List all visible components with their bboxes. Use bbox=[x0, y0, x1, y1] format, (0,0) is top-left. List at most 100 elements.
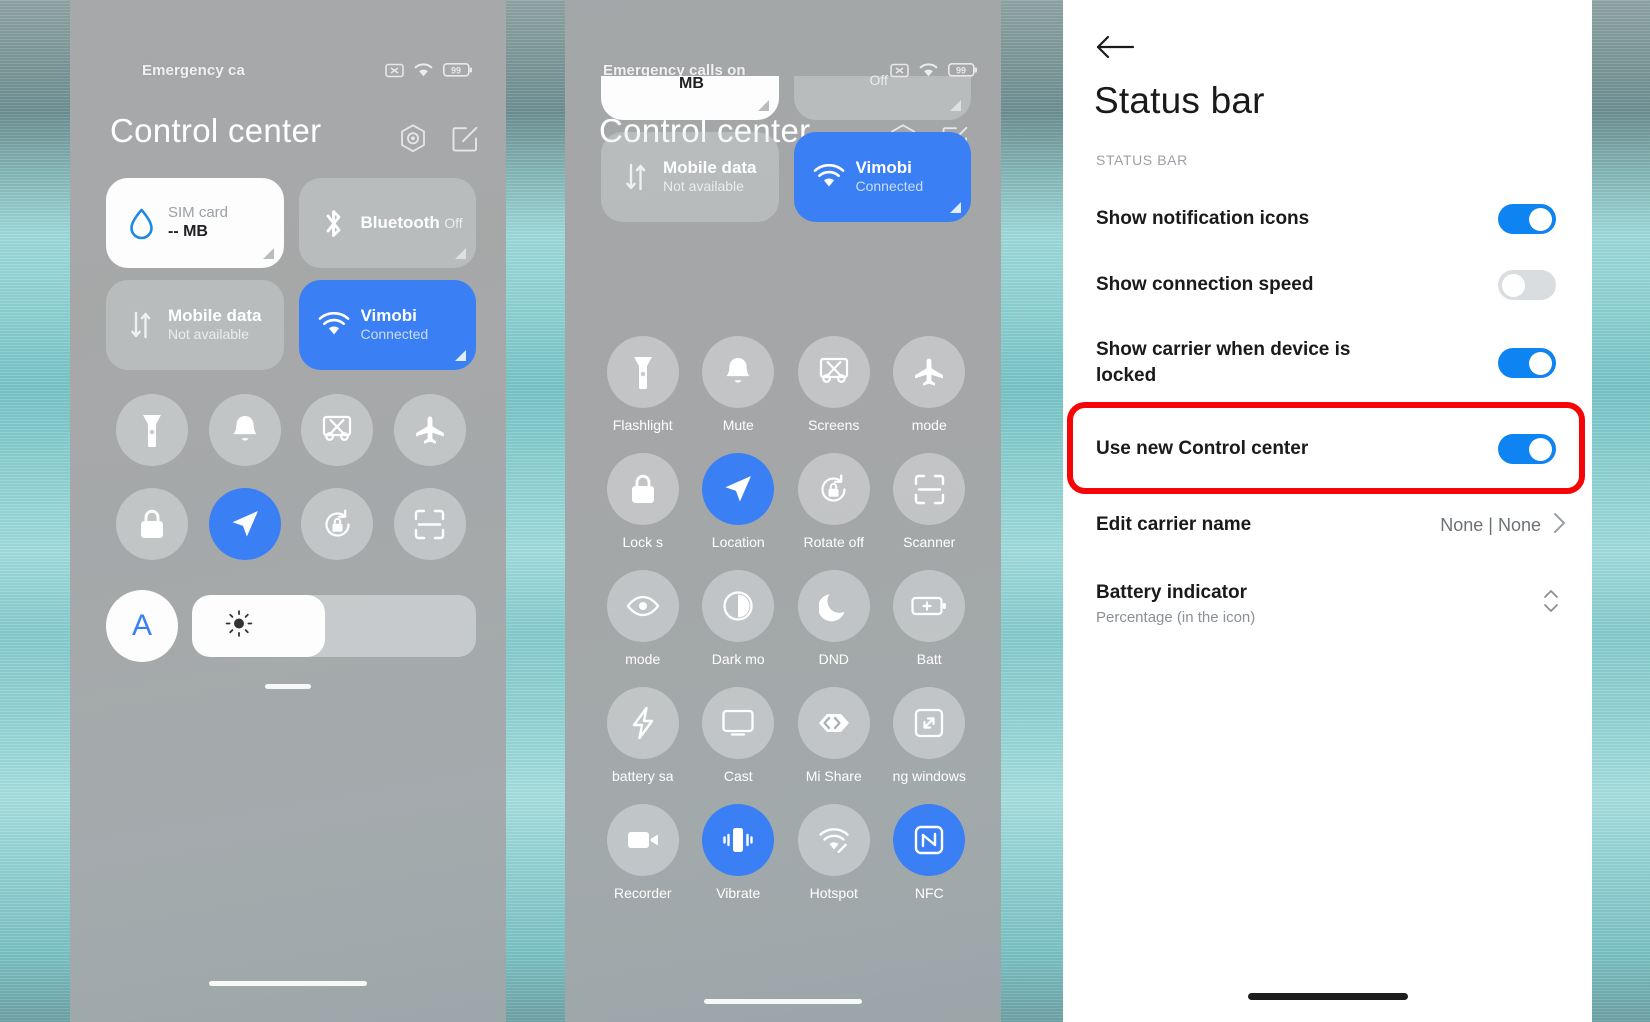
tile-expand-corner[interactable] bbox=[455, 248, 466, 259]
settings-list: Show notification icons Show connection … bbox=[1063, 186, 1592, 646]
round-tile-grid-2: Flashlight Mute Screens mode Lock s Loca… bbox=[595, 336, 977, 901]
stepper-updown-icon[interactable] bbox=[1542, 586, 1560, 621]
setting-row-show-notification-icons[interactable]: Show notification icons bbox=[1063, 186, 1592, 252]
wifi-icon bbox=[413, 62, 434, 78]
edit-icon[interactable] bbox=[452, 126, 478, 157]
tile-bluetooth[interactable]: Bluetooth Off bbox=[298, 178, 476, 268]
tile-dnd[interactable]: DND bbox=[786, 570, 882, 667]
tile-title: SIM card bbox=[168, 204, 229, 222]
tile-rotate-lock[interactable] bbox=[291, 488, 384, 560]
phone-screenshot-1: Emergency ca 99 Control center SIM card … bbox=[70, 0, 506, 1022]
setting-row-battery-indicator[interactable]: Battery indicator Percentage (in the ico… bbox=[1063, 560, 1592, 646]
tile-location[interactable] bbox=[199, 488, 292, 560]
tile-label: Vibrate bbox=[716, 885, 761, 901]
tile-screenshot[interactable]: Screens bbox=[786, 336, 882, 433]
tile-screen-recorder[interactable]: Recorder bbox=[595, 804, 691, 901]
tile-subtitle: Not available bbox=[168, 326, 249, 342]
tile-flashlight[interactable]: Flashlight bbox=[595, 336, 691, 433]
tile-label: battery sa bbox=[612, 768, 674, 784]
tile-scanner[interactable] bbox=[384, 488, 477, 560]
setting-row-show-carrier-when-locked[interactable]: Show carrier when device is locked bbox=[1063, 318, 1592, 408]
location-icon bbox=[208, 488, 281, 560]
tile-mi-share[interactable]: Mi Share bbox=[786, 687, 882, 784]
big-tiles-1: SIM card -- MB Bluetooth Off Mobile data… bbox=[106, 178, 476, 382]
toggle-knob bbox=[1529, 207, 1552, 231]
tile-expand-corner[interactable] bbox=[950, 202, 961, 213]
tile-label: Batt bbox=[916, 651, 942, 667]
auto-brightness-button[interactable]: A bbox=[106, 590, 178, 662]
tile-mobile-data[interactable]: Mobile data Not available bbox=[601, 132, 779, 222]
setting-value-group: None | None bbox=[1440, 512, 1566, 539]
tile-sim-card[interactable]: MB bbox=[601, 75, 779, 120]
control-center-header-1: Control center bbox=[70, 112, 506, 164]
tile-title: Vimobi bbox=[855, 158, 912, 177]
screenshot-icon bbox=[301, 394, 374, 466]
tile-airplane-mode[interactable] bbox=[384, 394, 477, 466]
tile-wifi-vimobi[interactable]: Vimobi Connected bbox=[793, 132, 971, 222]
tile-battery-saver[interactable]: Batt bbox=[882, 570, 978, 667]
svg-text:99: 99 bbox=[451, 65, 461, 75]
phone-screenshot-3-settings: Status bar STATUS BAR Show notification … bbox=[1063, 0, 1592, 1022]
tile-label: mode bbox=[911, 417, 947, 433]
tile-sim-card[interactable]: SIM card -- MB bbox=[106, 178, 284, 268]
tile-label: Location bbox=[711, 534, 765, 550]
tile-rotate-lock[interactable]: Rotate off bbox=[786, 453, 882, 550]
tile-subtitle: Connected bbox=[360, 326, 429, 342]
tile-dark-mode[interactable]: Dark mo bbox=[691, 570, 787, 667]
section-header: STATUS BAR bbox=[1096, 152, 1188, 168]
tile-lock-screen[interactable] bbox=[106, 488, 199, 560]
back-arrow-icon[interactable] bbox=[1095, 30, 1139, 64]
moon-icon bbox=[797, 570, 870, 642]
tile-battery-save[interactable]: battery sa bbox=[595, 687, 691, 784]
tile-mute[interactable] bbox=[199, 394, 292, 466]
toggle-knob bbox=[1529, 437, 1552, 461]
setting-label: Show carrier when device is locked bbox=[1096, 338, 1351, 386]
brightness-slider[interactable] bbox=[192, 595, 476, 657]
toggle-use-new-control-center[interactable] bbox=[1498, 434, 1556, 464]
home-indicator bbox=[209, 981, 367, 986]
tile-subtitle: Off bbox=[444, 215, 463, 231]
toggle-show-carrier-when-locked[interactable] bbox=[1498, 348, 1556, 378]
tile-expand-corner[interactable] bbox=[950, 100, 961, 111]
tile-location[interactable]: Location bbox=[691, 453, 787, 550]
rotate-lock-icon bbox=[301, 488, 374, 560]
airplane-icon bbox=[893, 336, 966, 408]
brightness-row: A bbox=[106, 590, 476, 662]
tile-expand-corner[interactable] bbox=[757, 100, 769, 111]
status-bar-1: Emergency ca 99 bbox=[70, 58, 506, 82]
tile-label: ng windows bbox=[892, 768, 966, 784]
tile-expand-corner[interactable] bbox=[455, 350, 466, 361]
tile-nfc[interactable]: NFC bbox=[882, 804, 978, 901]
tile-wifi-vimobi[interactable]: Vimobi Connected bbox=[298, 280, 476, 370]
settings-hex-icon[interactable] bbox=[400, 124, 426, 158]
drag-handle[interactable] bbox=[265, 684, 311, 689]
tile-floating-windows[interactable]: ng windows bbox=[882, 687, 978, 784]
tile-mute[interactable]: Mute bbox=[691, 336, 787, 433]
video-icon bbox=[606, 804, 679, 876]
toggle-show-notification-icons[interactable] bbox=[1498, 204, 1556, 234]
tile-lock-screen[interactable]: Lock s bbox=[595, 453, 691, 550]
tile-reading-mode[interactable]: mode bbox=[595, 570, 691, 667]
setting-row-edit-carrier-name[interactable]: Edit carrier name None | None bbox=[1063, 490, 1592, 560]
tile-hotspot[interactable]: Hotspot bbox=[786, 804, 882, 901]
tile-subtitle: MB bbox=[679, 75, 704, 92]
tile-expand-corner[interactable] bbox=[262, 248, 274, 259]
tile-scanner[interactable]: Scanner bbox=[882, 453, 978, 550]
flashlight-icon bbox=[606, 336, 679, 408]
setting-row-show-connection-speed[interactable]: Show connection speed bbox=[1063, 252, 1592, 318]
page-title: Control center bbox=[110, 112, 322, 149]
tile-airplane-mode[interactable]: mode bbox=[882, 336, 978, 433]
vibrate-icon bbox=[702, 804, 775, 876]
scanner-icon bbox=[893, 453, 966, 525]
chevron-right-icon bbox=[1553, 512, 1566, 539]
toggle-show-connection-speed[interactable] bbox=[1498, 270, 1556, 300]
tile-vibrate[interactable]: Vibrate bbox=[691, 804, 787, 901]
tile-cast[interactable]: Cast bbox=[691, 687, 787, 784]
tile-mobile-data[interactable]: Mobile data Not available bbox=[106, 280, 284, 370]
tile-screenshot[interactable] bbox=[291, 394, 384, 466]
tile-flashlight[interactable] bbox=[106, 394, 199, 466]
setting-row-use-new-control-center[interactable]: Use new Control center bbox=[1063, 408, 1592, 490]
tile-bluetooth[interactable]: Off bbox=[793, 72, 971, 120]
cast-icon bbox=[702, 687, 775, 759]
big-tiles-2: MB Off Mobile data Not available Vimobi … bbox=[601, 72, 971, 234]
